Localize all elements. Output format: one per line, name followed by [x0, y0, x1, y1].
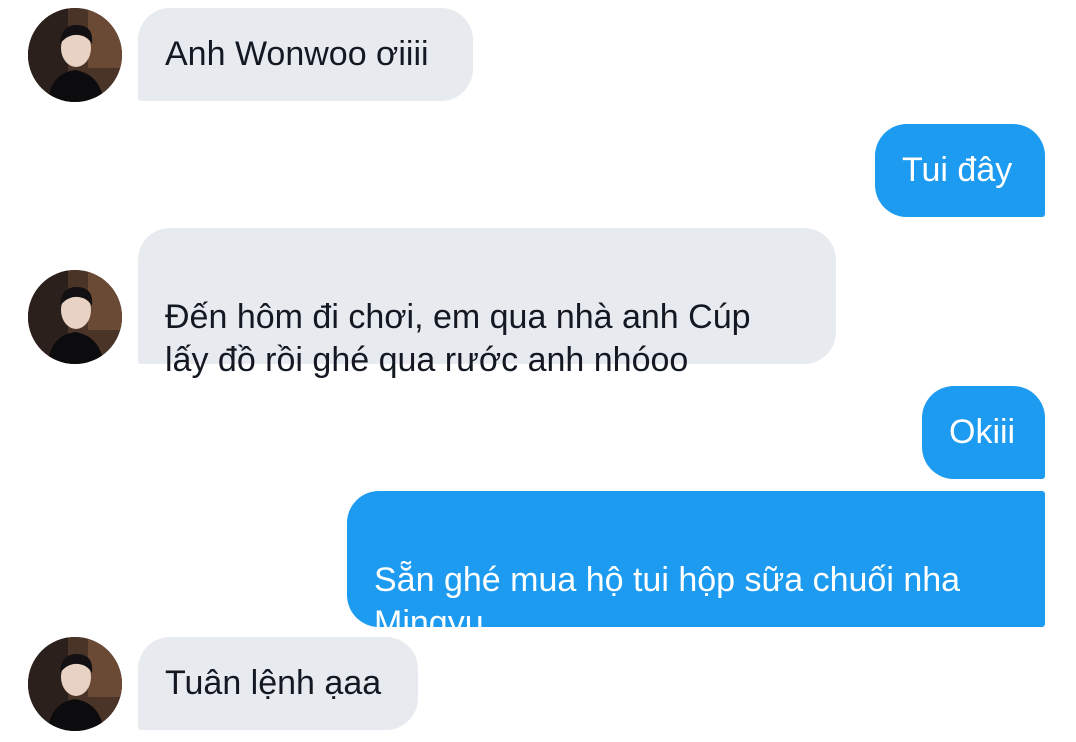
- message-bubble-incoming[interactable]: Đến hôm đi chơi, em qua nhà anh Cúp lấy …: [138, 228, 836, 379]
- message-text: Tui đây: [902, 151, 1013, 189]
- contact-avatar[interactable]: [28, 637, 122, 731]
- message-text: Anh Wonwoo ơiiii: [165, 35, 429, 73]
- avatar-photo-icon: [28, 637, 122, 731]
- message-text: Tuân lệnh ạaa: [165, 664, 382, 702]
- message-bubble-incoming[interactable]: Anh Wonwoo ơiiii: [138, 8, 473, 101]
- message-bubble-outgoing[interactable]: Tui đây: [875, 124, 1045, 217]
- message-text: Sẵn ghé mua hộ tui hộp sữa chuối nha Min…: [374, 561, 961, 642]
- message-bubble-outgoing[interactable]: Okiii: [922, 386, 1045, 479]
- message-bubble-outgoing[interactable]: Sẵn ghé mua hộ tui hộp sữa chuối nha Min…: [347, 491, 1045, 642]
- contact-avatar[interactable]: [28, 270, 122, 364]
- message-bubble-incoming[interactable]: Tuân lệnh ạaa: [138, 637, 418, 730]
- message-text: Đến hôm đi chơi, em qua nhà anh Cúp lấy …: [165, 298, 751, 379]
- avatar-photo-icon: [28, 270, 122, 364]
- contact-avatar[interactable]: [28, 8, 122, 102]
- message-text: Okiii: [949, 413, 1016, 451]
- avatar-photo-icon: [28, 8, 122, 102]
